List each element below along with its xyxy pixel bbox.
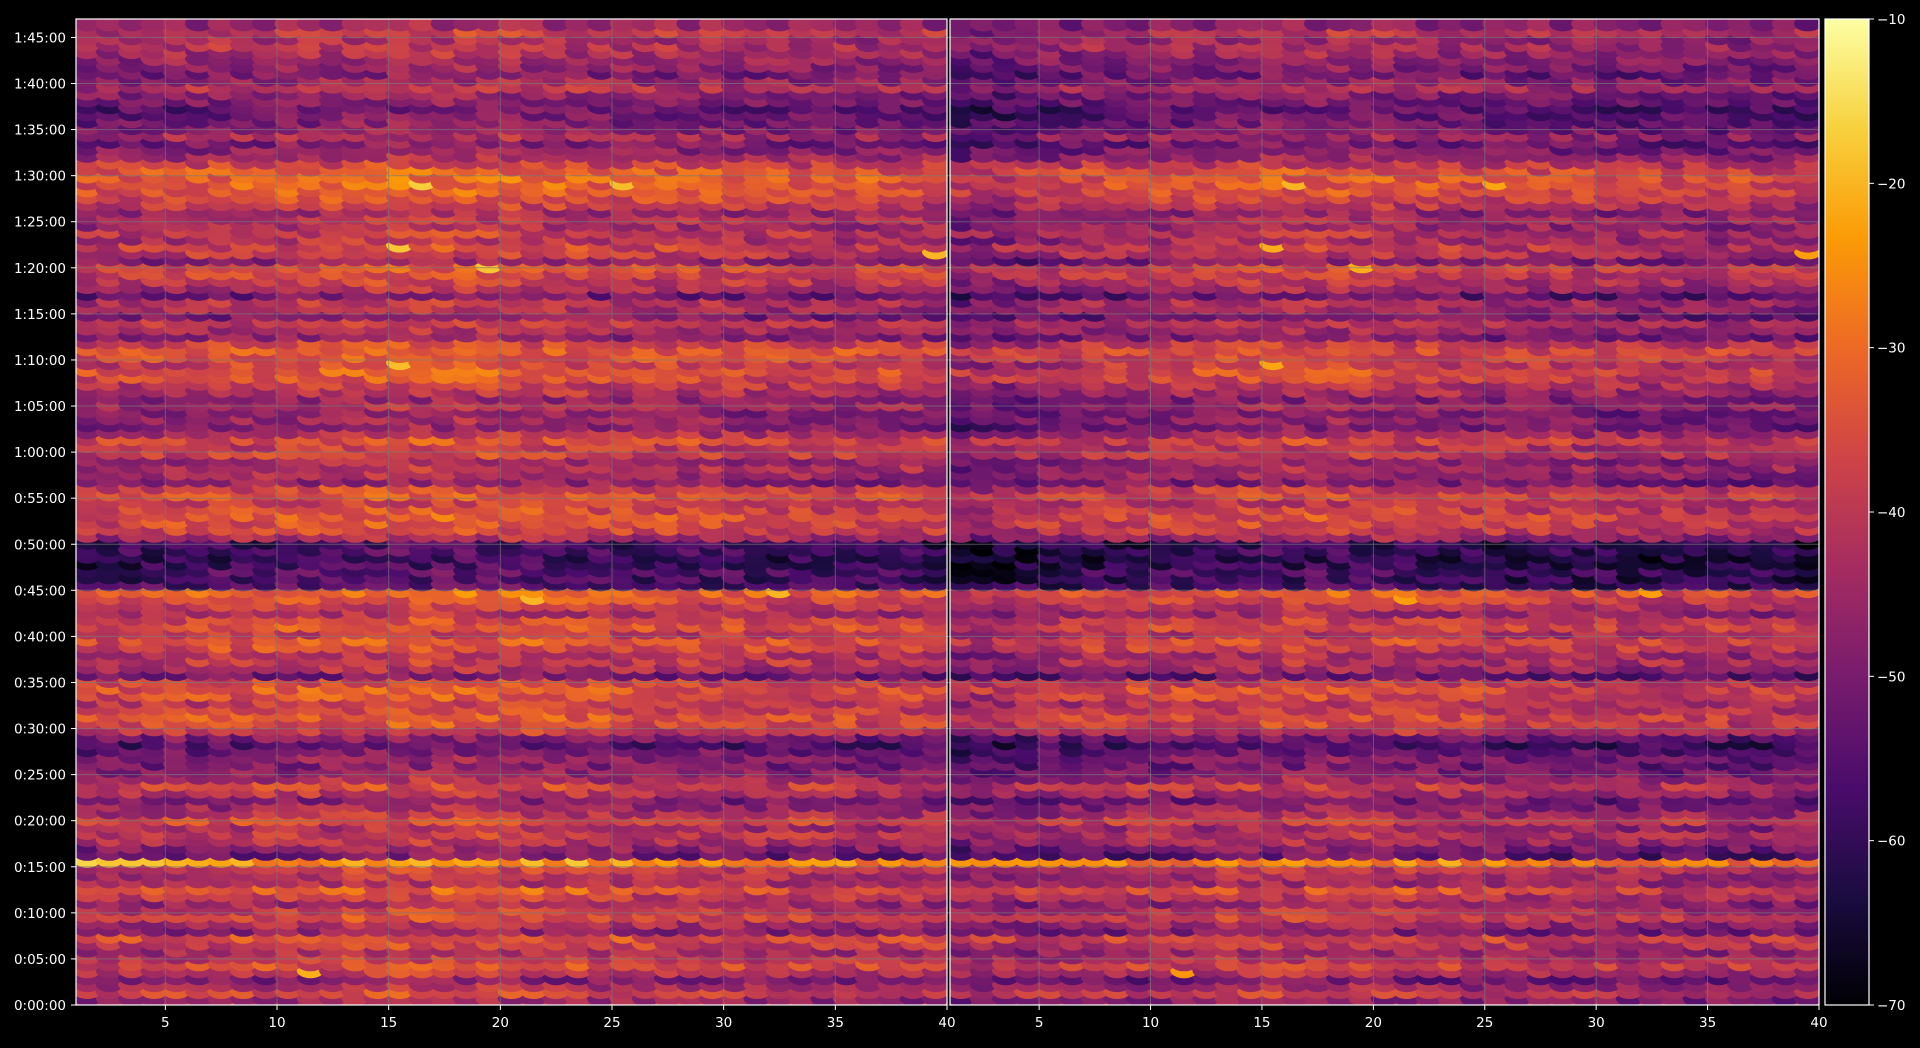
chart-svg: 0:00:000:05:000:10:000:15:000:20:000:25:… xyxy=(0,0,1920,1043)
heatmap-panel-left xyxy=(76,19,947,1005)
figure: 0:00:00 0:05:00 0:10:00 0:15:00 0:20:00 0:25:… xyxy=(0,0,1920,1043)
